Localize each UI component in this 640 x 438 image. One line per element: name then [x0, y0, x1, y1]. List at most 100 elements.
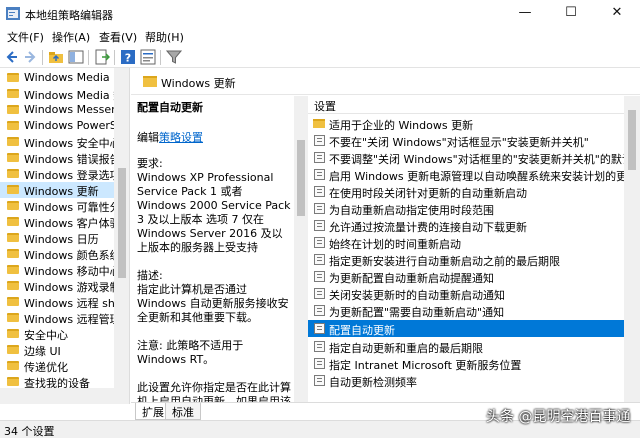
setting-row[interactable]: 指定自动更新和重启的最后期限: [308, 338, 624, 355]
properties-icon[interactable]: [140, 49, 156, 65]
description-scrollbar[interactable]: [294, 96, 308, 402]
setting-row[interactable]: 不要调整"关闭 Windows"对话框里的"安装更新并关机"的默认选项: [308, 149, 624, 166]
list-vertical-scrollbar[interactable]: [624, 96, 640, 402]
policy-title: 配置自动更新: [137, 101, 203, 114]
navigation-tree: Windows Media Pl Windows Media 数 Windows…: [0, 68, 130, 404]
folder-icon: [7, 169, 19, 178]
toolbar-divider: [42, 50, 43, 65]
scroll-thumb[interactable]: [628, 110, 636, 170]
scroll-thumb[interactable]: [118, 168, 126, 278]
edit-policy-line: 编辑策略设置: [137, 131, 203, 144]
tree-item-windows-update[interactable]: Windows 更新: [0, 182, 114, 198]
tree-item[interactable]: Windows 游戏录制: [0, 278, 114, 294]
setting-icon: [314, 135, 325, 146]
svg-text:?: ?: [125, 52, 131, 65]
setting-row[interactable]: 为更新配置"需要自动重新启动"通知: [308, 302, 624, 319]
forward-arrow-icon[interactable]: [22, 49, 38, 65]
tree-item[interactable]: 安全中心: [0, 326, 114, 342]
tree-item[interactable]: Windows PowerSh: [0, 118, 114, 134]
toolbar-divider: [160, 50, 161, 65]
scroll-thumb[interactable]: [297, 140, 305, 216]
description-pane: 配置自动更新 编辑策略设置 要求: Windows XP Professiona…: [131, 96, 294, 402]
setting-icon: [314, 186, 325, 197]
edit-policy-link[interactable]: 策略设置: [159, 131, 203, 144]
folder-icon: [7, 201, 19, 210]
window-title: 本地组策略编辑器: [25, 9, 113, 22]
setting-row[interactable]: 启用 Windows 更新电源管理以自动唤醒系统来安装计划的更新: [308, 166, 624, 183]
setting-row[interactable]: 为自动重新启动指定使用时段范围: [308, 200, 624, 217]
folder-icon: [7, 137, 19, 146]
tree-item[interactable]: Windows 错误报告: [0, 150, 114, 166]
tree-item[interactable]: Windows Messeng: [0, 102, 114, 118]
setting-icon: [314, 220, 325, 231]
tab-standard[interactable]: 标准: [165, 403, 201, 420]
back-arrow-icon[interactable]: [4, 49, 20, 65]
folder-icon: [7, 329, 19, 338]
setting-row[interactable]: 在使用时段关闭针对更新的自动重新启动: [308, 183, 624, 200]
tree-item[interactable]: Windows Media Pl: [0, 70, 114, 86]
folder-icon: [7, 361, 19, 370]
close-button[interactable]: ✕: [594, 0, 640, 28]
setting-icon: [314, 152, 325, 163]
setting-row[interactable]: 关闭安装更新时的自动重新启动通知: [308, 285, 624, 302]
menu-help[interactable]: 帮助(H): [145, 29, 184, 45]
menu-file[interactable]: 文件(F): [7, 29, 44, 45]
folder-icon: [7, 185, 19, 194]
setting-icon: [314, 341, 325, 352]
tree-item[interactable]: Windows 客户体验: [0, 214, 114, 230]
tree-item[interactable]: Windows 日历: [0, 230, 114, 246]
note-text: 注意: 此策略不适用于 Windows RT。: [137, 339, 244, 366]
requirements-label: 要求:: [137, 157, 163, 170]
setting-icon: [314, 237, 325, 248]
menu-view[interactable]: 查看(V): [99, 29, 137, 45]
tree-item[interactable]: Windows Media 数: [0, 86, 114, 102]
up-folder-icon[interactable]: [48, 49, 64, 65]
toolbar-divider: [88, 50, 89, 65]
tree-vertical-scrollbar[interactable]: [114, 68, 129, 388]
menu-action[interactable]: 操作(A): [52, 29, 90, 45]
description-label: 描述:: [137, 269, 163, 282]
setting-icon: [314, 203, 325, 214]
setting-row[interactable]: 不要在"关闭 Windows"对话框显示"安装更新并关机": [308, 132, 624, 149]
setting-row[interactable]: 始终在计划的时间重新启动: [308, 234, 624, 251]
list-column-header[interactable]: 设置: [308, 96, 624, 114]
tree-item[interactable]: 边缘 UI: [0, 342, 114, 358]
setting-row-configure-auto-update[interactable]: 配置自动更新: [308, 320, 624, 337]
tree-item[interactable]: Windows 登录选项: [0, 166, 114, 182]
toolbar: ?: [0, 46, 640, 68]
setting-row[interactable]: 指定更新安装进行自动重新启动之前的最后期限: [308, 251, 624, 268]
tree-item[interactable]: Windows 远程 shel: [0, 294, 114, 310]
tree-horizontal-scrollbar[interactable]: [0, 388, 129, 404]
folder-icon: [7, 313, 19, 322]
setting-row[interactable]: 指定 Intranet Microsoft 更新服务位置: [308, 355, 624, 372]
group-policy-icon: [6, 7, 20, 20]
folder-icon: [7, 153, 19, 162]
minimize-button[interactable]: —: [502, 0, 548, 28]
tree-item[interactable]: Windows 安全中心: [0, 134, 114, 150]
details-header: Windows 更新: [131, 68, 640, 95]
export-list-icon[interactable]: [94, 49, 110, 65]
setting-icon: [314, 358, 325, 369]
tree-item[interactable]: Windows 可靠性分: [0, 198, 114, 214]
maximize-button[interactable]: ☐: [548, 0, 594, 28]
setting-icon: [314, 375, 325, 386]
setting-row[interactable]: 自动更新检测频率: [308, 372, 624, 389]
folder-row[interactable]: 适用于企业的 Windows 更新: [308, 115, 624, 132]
folder-icon: [7, 345, 19, 354]
setting-row[interactable]: 为更新配置自动重新启动提醒通知: [308, 268, 624, 285]
tree-item[interactable]: Windows 移动中心: [0, 262, 114, 278]
folder-icon: [7, 121, 19, 130]
setting-icon: [314, 305, 325, 316]
tree-item[interactable]: 传递优化: [0, 358, 114, 374]
help-icon[interactable]: ?: [120, 49, 136, 65]
tree-item[interactable]: Windows 远程管理(: [0, 310, 114, 326]
tree-item[interactable]: Windows 颜色系统: [0, 246, 114, 262]
folder-icon: [7, 73, 19, 82]
filter-icon[interactable]: [166, 49, 182, 65]
folder-icon: [7, 89, 19, 98]
folder-icon: [7, 377, 19, 386]
requirements-text: Windows XP Professional Service Pack 1 或…: [137, 171, 291, 254]
folder-icon: [7, 265, 19, 274]
show-hide-tree-icon[interactable]: [68, 49, 84, 65]
setting-row[interactable]: 允许通过按流量计费的连接自动下载更新: [308, 217, 624, 234]
